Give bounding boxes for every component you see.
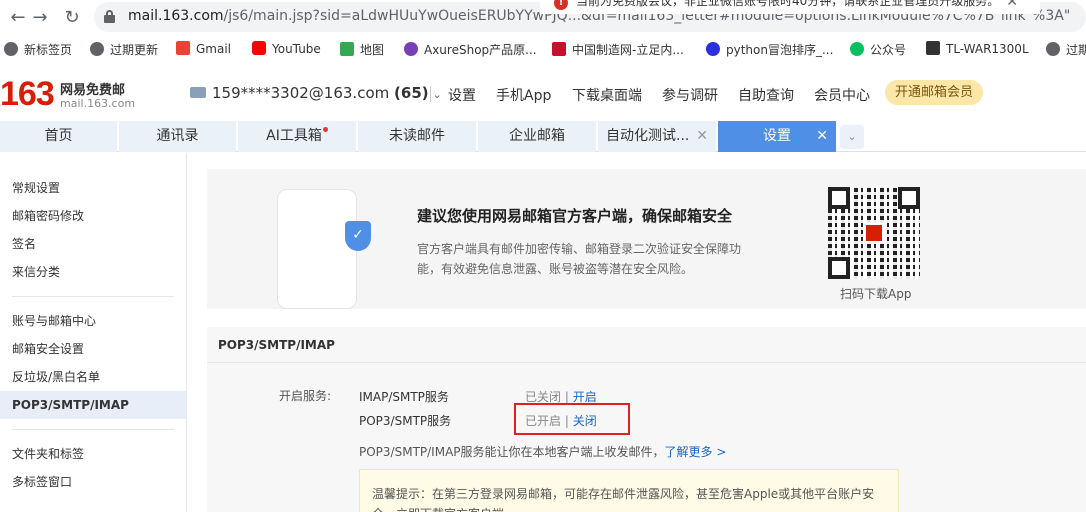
globe-icon (90, 42, 104, 56)
promo-description: 官方客户端具有邮件加密传输、邮箱登录二次验证安全保障功能，有效避免信息泄露、账号… (417, 242, 742, 276)
divider (430, 86, 431, 102)
sidebar-item-password[interactable]: 邮箱密码修改 (0, 202, 186, 230)
tab-settings[interactable]: 设置 ✕ (718, 121, 836, 152)
close-icon[interactable]: ✕ (696, 121, 708, 152)
chevron-down-icon: ⌄ (432, 88, 442, 101)
bookmark[interactable]: python冒泡排序_... (706, 41, 833, 58)
nav-download-desktop[interactable]: 下载桌面端 (572, 85, 642, 105)
warning-icon: ! (554, 0, 568, 10)
nav-survey[interactable]: 参与调研 (662, 85, 718, 105)
section-title: POP3/SMTP/IMAP (207, 327, 1086, 363)
forward-arrow-icon[interactable]: → (28, 6, 52, 30)
bookmark[interactable]: Gmail (176, 41, 231, 56)
baidu-paw-icon (706, 42, 720, 56)
service-help-text: POP3/SMTP/IMAP服务能让你在本地客户端上收发邮件，了解更多 > (359, 445, 727, 459)
tab-contacts[interactable]: 通讯录 (119, 121, 236, 152)
nav-mobile-app[interactable]: 手机App (496, 85, 551, 105)
close-icon[interactable]: ✕ (816, 121, 828, 152)
bookmark[interactable]: 公众号 (850, 41, 906, 58)
logo-domain: mail.163.com (60, 97, 136, 110)
browser-toolbar: ← → ↻ mail.163.com/js6/main.jsp?sid=aLdw… (0, 0, 1086, 36)
tab-home[interactable]: 首页 (0, 121, 117, 152)
logo-number: 163 (0, 75, 55, 113)
youtube-icon (252, 41, 266, 55)
map-icon (340, 42, 354, 56)
chevron-down-icon[interactable]: ⌄ (840, 125, 864, 149)
back-arrow-icon[interactable]: ← (6, 6, 30, 30)
tab-ai-toolbox[interactable]: AI工具箱 (238, 121, 356, 152)
account-switcher[interactable]: 159****3302@163.com (65) ⌄ (190, 84, 442, 102)
sidebar-item-antispam[interactable]: 反垃圾/黑白名单 (0, 363, 186, 391)
logo-title: 网易免费邮 (60, 83, 126, 98)
imap-enable-link[interactable]: 开启 (573, 390, 597, 404)
learn-more-link[interactable]: 了解更多 > (665, 445, 727, 459)
wechat-icon (850, 42, 864, 56)
vip-button[interactable]: 开通邮箱会员 (885, 80, 984, 105)
mail-account-icon (190, 87, 206, 98)
client-promo-banner: ✓ 建议您使用网易邮箱官方客户端，确保邮箱安全 官方客户端具有邮件加密传输、邮箱… (207, 169, 1086, 309)
qr-label: 扫码下载App (840, 287, 912, 301)
lock-icon (104, 10, 115, 23)
reload-icon[interactable]: ↻ (60, 6, 84, 30)
unread-count: (65) (394, 84, 429, 102)
promo-title: 建议您使用网易邮箱官方客户端，确保邮箱安全 (417, 207, 733, 225)
sidebar-item-account-center[interactable]: 账号与邮箱中心 (0, 307, 186, 335)
sidebar-item-security[interactable]: 邮箱安全设置 (0, 335, 186, 363)
sidebar-item-signature[interactable]: 签名 (0, 230, 186, 258)
bookmark[interactable]: TL-WAR1300L (926, 41, 1029, 56)
tplink-icon (926, 41, 940, 55)
security-tip: 温馨提示：在第三方登录网易邮箱，可能存在邮件泄露风险，甚至危害Apple或其他平… (359, 469, 899, 512)
sidebar-item-more[interactable]: ... (0, 496, 186, 512)
nav-settings[interactable]: 设置 (448, 85, 476, 105)
imap-service-name: IMAP/SMTP服务 (359, 390, 449, 404)
sidebar-item-general[interactable]: 常规设置 (0, 174, 186, 202)
tab-enterprise[interactable]: 企业邮箱 (478, 121, 596, 152)
bookmark[interactable]: 地图 (340, 41, 384, 58)
bookmark[interactable]: 新标签页 (4, 41, 72, 58)
163-logo-icon (864, 223, 884, 243)
service-label: 开启服务: (279, 389, 332, 403)
made-in-china-icon (552, 42, 566, 56)
sidebar-item-folders[interactable]: 文件夹和标签 (0, 440, 186, 468)
bookmark[interactable]: YouTube (252, 41, 321, 56)
close-icon[interactable]: ✕ (1006, 0, 1018, 10)
globe-icon (4, 42, 18, 56)
pop3-settings-section: POP3/SMTP/IMAP 开启服务: IMAP/SMTP服务 已关闭 | 开… (207, 327, 1086, 512)
sidebar-item-multi-tab[interactable]: 多标签窗口 (0, 468, 186, 496)
bookmarks-bar: 新标签页 过期更新 Gmail YouTube 地图 AxureShop产品原.… (0, 36, 1086, 64)
qr-code (828, 187, 920, 279)
gmail-icon (176, 41, 190, 55)
meeting-notice: ! 当前为免费版会议，非企业微信账号限时40分钟，请联系企业管理员升级服务。 ✕ (540, 0, 1040, 14)
notification-dot (322, 127, 328, 132)
bookmark[interactable]: 过期更新 (90, 41, 158, 58)
bookmark[interactable]: AxureShop产品原... (404, 41, 537, 58)
settings-sidebar: 常规设置 邮箱密码修改 签名 来信分类 账号与邮箱中心 邮箱安全设置 反垃圾/黑… (0, 153, 187, 512)
phone-illustration (277, 189, 357, 309)
globe-icon (1046, 42, 1060, 56)
sidebar-item-filters[interactable]: 来信分类 (0, 258, 186, 286)
tab-unread[interactable]: 未读邮件 (358, 121, 476, 152)
nav-self-service[interactable]: 自助查询 (738, 85, 794, 105)
star-icon (404, 42, 418, 56)
pop3-service-name: POP3/SMTP服务 (359, 414, 452, 428)
highlight-box (514, 403, 630, 435)
tab-automation[interactable]: 自动化测试... ✕ (598, 121, 716, 152)
bookmark[interactable]: 中国制造网-立足内... (552, 41, 684, 58)
divider (12, 429, 174, 430)
sidebar-item-pop3[interactable]: POP3/SMTP/IMAP (0, 391, 186, 419)
tab-bar: 首页 通讯录 AI工具箱 未读邮件 企业邮箱 自动化测试... ✕ 设置 ✕ ⌄ (0, 121, 1086, 152)
bookmark[interactable]: 过期 (1046, 41, 1086, 58)
nav-member-center[interactable]: 会员中心 (814, 85, 870, 105)
divider (12, 296, 174, 297)
shield-check-icon: ✓ (345, 221, 371, 251)
